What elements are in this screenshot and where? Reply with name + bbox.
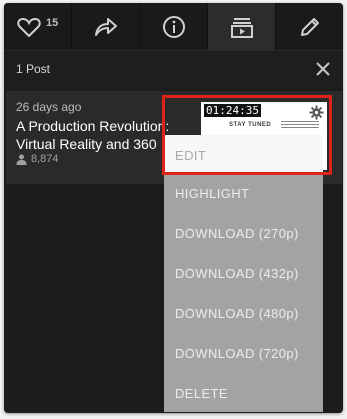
playlist-icon (230, 17, 253, 38)
post-count: 1 Post (16, 62, 51, 76)
post-age: 26 days ago (16, 100, 82, 114)
actions-menu: EDIT HIGHLIGHT DOWNLOAD (270p) DOWNLOAD … (164, 135, 323, 412)
close-icon[interactable] (315, 61, 331, 77)
app-window: 15 1 Post 26 days ago A Production Revol… (4, 3, 343, 413)
info-button[interactable] (140, 3, 208, 50)
menu-item-download-270p[interactable]: DOWNLOAD (270p) (164, 213, 323, 253)
like-button[interactable]: 15 (4, 3, 72, 50)
user-icon (16, 154, 27, 165)
menu-item-highlight[interactable]: HIGHLIGHT (164, 173, 323, 213)
info-icon (162, 15, 185, 38)
like-count: 15 (46, 17, 59, 29)
menu-item-delete[interactable]: DELETE (164, 373, 323, 413)
view-count: 8,874 (16, 153, 59, 165)
share-arrow-icon (94, 17, 117, 36)
heart-icon (16, 17, 41, 37)
annotation-highlight-box (162, 95, 332, 175)
menu-item-download-432p[interactable]: DOWNLOAD (432p) (164, 253, 323, 293)
pencil-icon (300, 17, 319, 36)
playlist-button[interactable] (208, 3, 276, 50)
view-count-value: 8,874 (31, 153, 59, 165)
toolbar: 15 (4, 3, 343, 50)
post-count-header: 1 Post (4, 50, 343, 88)
menu-item-download-720p[interactable]: DOWNLOAD (720p) (164, 333, 323, 373)
edit-pencil-button[interactable] (276, 3, 343, 50)
menu-item-download-480p[interactable]: DOWNLOAD (480p) (164, 293, 323, 333)
share-button[interactable] (72, 3, 140, 50)
